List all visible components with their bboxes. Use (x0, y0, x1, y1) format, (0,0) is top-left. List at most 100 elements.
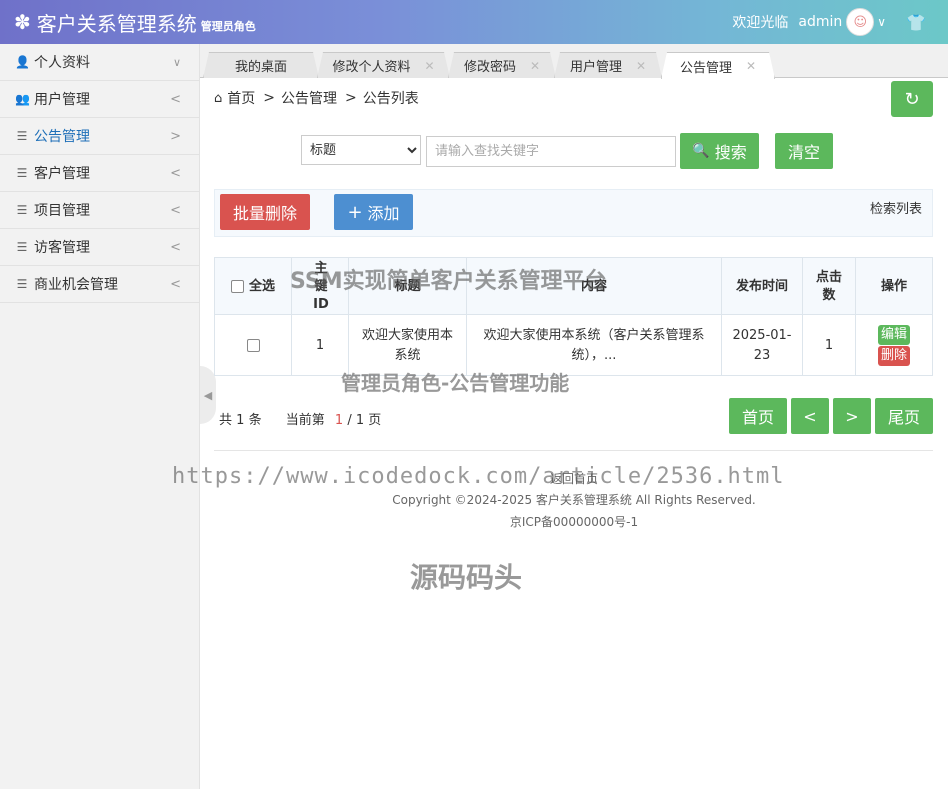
breadcrumb-current: 公告列表 (362, 91, 419, 107)
total-count: 1 (236, 413, 245, 428)
users-icon: 👥 (15, 92, 30, 106)
tab-label: 用户管理 (569, 60, 622, 75)
tab-label: 公告管理 (679, 60, 732, 76)
sidebar-item-label: 访客管理 (34, 240, 90, 256)
prev-page-button[interactable]: < (791, 398, 829, 434)
gear-icon: ✽ (14, 10, 31, 34)
sidebar-item-notices[interactable]: ☰ 公告管理 > (0, 118, 199, 155)
edit-button[interactable]: 编辑 (878, 325, 910, 345)
search-list-label: 检索列表 (870, 202, 923, 217)
total-pages: / 1 页 (347, 413, 382, 428)
tab-label: 修改个人资料 (332, 60, 411, 75)
sidebar-item-label: 商业机会管理 (34, 277, 118, 293)
chevron-left-icon: < (170, 91, 181, 107)
user-area: 欢迎光临 admin ☺ ∨ 👕 (732, 0, 926, 44)
sidebar-item-label: 项目管理 (34, 203, 90, 219)
watermark-brand: 源码码头 (410, 561, 523, 594)
clear-button[interactable]: 清空 (775, 133, 833, 169)
tab-edit-profile[interactable]: 修改个人资料 ✕ (317, 52, 450, 78)
header-actions: 操作 (880, 278, 907, 294)
cell-actions: 编辑 删除 (856, 316, 932, 375)
refresh-icon: ↻ (904, 88, 920, 110)
app-logo[interactable]: ✽ 客户关系管理系统 管理员角色 (14, 8, 256, 36)
refresh-button[interactable]: ↻ (891, 81, 933, 117)
home-icon: ⌂ (214, 90, 223, 106)
action-toolbar (214, 189, 933, 237)
current-prefix: 当前第 (285, 413, 325, 428)
tab-label: 修改密码 (463, 60, 516, 75)
menu-icon: ☰ (16, 129, 28, 143)
username[interactable]: admin (798, 14, 842, 30)
sidebar-item-label: 个人资料 (34, 55, 90, 71)
footer-divider (214, 450, 933, 451)
tab-notice-management[interactable]: 公告管理 ✕ (661, 52, 775, 79)
sidebar-item-label: 用户管理 (34, 92, 90, 108)
sidebar-item-projects[interactable]: ☰ 项目管理 < (0, 192, 199, 229)
sidebar-item-customers[interactable]: ☰ 客户管理 < (0, 155, 199, 192)
search-button[interactable]: 🔍 搜索 (680, 133, 759, 169)
footer-copyright: Copyright ©2024-2025 客户关系管理系统 All Rights… (392, 493, 756, 507)
tab-user-management[interactable]: 用户管理 ✕ (554, 52, 662, 78)
sidebar: 👤 个人资料 ∨ 👥 用户管理 < ☰ 公告管理 > ☰ 客户管理 < ☰ 项目… (0, 44, 200, 789)
menu-icon: ☰ (16, 240, 28, 254)
watermark-url: https://www.icodedock.com/article/2536.h… (172, 464, 785, 489)
tab-desktop[interactable]: 我的桌面 (203, 52, 319, 78)
close-icon[interactable]: ✕ (424, 59, 434, 73)
watermark-title: SSM实现简单客户关系管理平台 (290, 269, 607, 294)
chevron-down-icon[interactable]: ∨ (877, 15, 886, 29)
next-page-button[interactable]: > (833, 398, 871, 434)
menu-icon: ☰ (16, 166, 28, 180)
cell-publish-time: 2025-01-23 (732, 327, 792, 363)
total-suffix: 条 (248, 413, 262, 428)
tab-label: 我的桌面 (234, 60, 287, 75)
row-checkbox[interactable] (246, 339, 260, 352)
delete-button[interactable]: 删除 (878, 346, 910, 366)
batch-delete-button[interactable]: 批量删除 (220, 194, 310, 230)
select-all-header[interactable]: 全选 (215, 258, 291, 315)
last-page-button[interactable]: 尾页 (875, 398, 933, 434)
tab-change-password[interactable]: 修改密码 ✕ (448, 52, 556, 78)
add-button-label: 添加 (367, 204, 400, 223)
cell-clicks: 1 (824, 337, 834, 353)
search-field-select[interactable]: 标题 (301, 135, 421, 165)
select-all-label: 全选 (248, 278, 275, 294)
breadcrumb-notices[interactable]: 公告管理 (281, 88, 337, 108)
close-icon[interactable]: ✕ (746, 59, 756, 73)
tab-bar: 我的桌面 修改个人资料 ✕ 修改密码 ✕ 用户管理 ✕ 公告管理 ✕ (200, 44, 948, 78)
header-publish-time: 发布时间 (735, 278, 788, 294)
add-button[interactable]: + 添加 (334, 194, 413, 230)
cell-id: 1 (315, 337, 325, 353)
breadcrumb: ⌂ 首页 > 公告管理 > 公告列表 (214, 88, 419, 108)
row-actions: 编辑 删除 (878, 325, 910, 366)
sidebar-item-label: 公告管理 (34, 129, 90, 145)
breadcrumb-home[interactable]: 首页 (227, 88, 255, 108)
watermark-subtitle: 管理员角色-公告管理功能 (341, 371, 570, 395)
sidebar-item-opportunities[interactable]: ☰ 商业机会管理 < (0, 266, 199, 303)
select-all-checkbox[interactable] (230, 280, 244, 293)
chevron-left-icon: < (170, 202, 181, 218)
header-clicks: 点击数 (816, 269, 843, 303)
close-icon[interactable]: ✕ (636, 59, 646, 73)
search-button-label: 搜索 (714, 143, 747, 162)
first-page-button[interactable]: 首页 (729, 398, 787, 434)
close-icon[interactable]: ✕ (530, 59, 540, 73)
batch-delete-label: 批量删除 (232, 204, 297, 223)
breadcrumb-separator: > (345, 90, 357, 106)
triangle-left-icon: ◀ (203, 388, 213, 402)
sidebar-item-users[interactable]: 👥 用户管理 < (0, 81, 199, 118)
sidebar-item-profile[interactable]: 👤 个人资料 ∨ (0, 44, 199, 81)
avatar[interactable]: ☺ (846, 8, 875, 36)
chevron-down-icon: ∨ (172, 55, 181, 69)
chevron-left-icon: < (170, 165, 181, 181)
search-input[interactable] (426, 136, 676, 167)
breadcrumb-separator: > (263, 90, 275, 106)
total-prefix: 共 (219, 413, 233, 428)
sidebar-item-label: 客户管理 (34, 166, 90, 182)
chevron-right-icon: > (170, 128, 181, 144)
app-title: 客户关系管理系统 (36, 11, 197, 36)
sidebar-item-visitors[interactable]: ☰ 访客管理 < (0, 229, 199, 266)
footer-icp: 京ICP备00000000号-1 (509, 515, 639, 529)
user-icon: 👤 (15, 55, 30, 69)
clear-button-label: 清空 (787, 143, 820, 162)
theme-shirt-icon[interactable]: 👕 (906, 13, 926, 32)
